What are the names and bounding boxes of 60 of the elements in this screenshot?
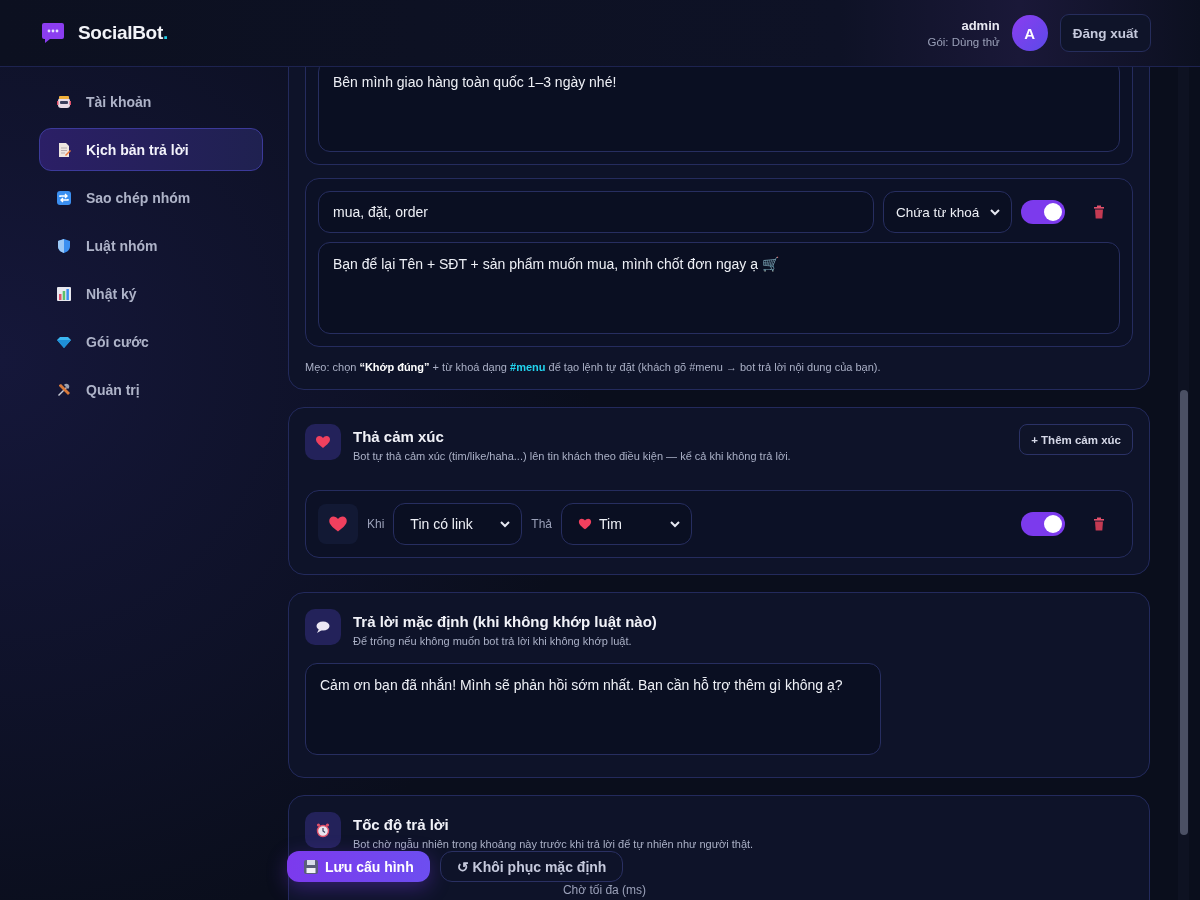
condition-select[interactable]: Tin có link <box>393 503 523 545</box>
alarm-clock-icon <box>315 822 331 838</box>
sidebar-label: Tài khoản <box>86 93 152 110</box>
scrollbar-thumb[interactable] <box>1180 390 1188 835</box>
chevron-down-icon <box>989 206 1001 218</box>
section-title: Thả cảm xúc <box>353 428 445 445</box>
rule-toggle[interactable] <box>1021 200 1065 224</box>
shield-icon <box>56 237 72 254</box>
sidebar-label: Gói cước <box>86 333 149 350</box>
speech-bubble-icon <box>315 619 331 635</box>
repeat-icon <box>56 189 72 206</box>
section-description: Để trống nếu không muốn bot trả lời khi không khớp luật. <box>353 635 633 647</box>
chevron-down-icon <box>669 518 682 530</box>
sidebar-item[interactable]: Quản trị <box>39 368 263 411</box>
section-title: Tốc độ trả lời <box>353 816 450 833</box>
user-avatar[interactable]: A <box>1011 15 1048 51</box>
add-reaction-button[interactable]: + Thêm cảm xúc <box>1019 424 1133 455</box>
sidebar-item[interactable]: Sao chép nhóm <box>39 176 263 219</box>
default-reply-field[interactable]: Cảm ơn bạn đã nhắn! Mình sẽ phản hồi sớm nhất. Bạn cần hỗ trợ thêm gì không ạ? <box>305 663 881 755</box>
sidebar-item[interactable]: Gói cước <box>39 320 263 363</box>
user-name: admin <box>961 18 1000 33</box>
sidebar-label: Luật nhóm <box>86 237 158 254</box>
sidebar-item[interactable]: Kịch bản trả lời <box>39 128 263 171</box>
save-button[interactable]: Lưu cấu hình <box>287 851 430 882</box>
brand-name: SocialBot. <box>78 22 168 44</box>
chevron-down-icon <box>499 518 512 530</box>
sidebar-label: Kịch bản trả lời <box>86 141 189 158</box>
section-description: Bot tự thả cảm xúc (tim/like/haha...) lên tin khách theo điều kiện — kể cả khi không trả lời. <box>353 450 792 462</box>
logout-button[interactable]: Đăng xuất <box>1059 14 1151 52</box>
keywords-field[interactable]: mua, đặt, order <box>318 191 874 233</box>
sidebar-label: Quản trị <box>86 381 140 398</box>
heart-icon <box>328 514 348 534</box>
robot-icon <box>56 93 72 110</box>
sidebar-item[interactable]: Tài khoản <box>39 80 263 123</box>
restore-button[interactable]: ↺ Khôi phục mặc định <box>439 851 624 882</box>
field-label: Chờ tối đa (ms) <box>562 883 647 897</box>
trash-icon[interactable] <box>1093 205 1105 219</box>
reaction-toggle[interactable] <box>1021 512 1065 536</box>
reply-field[interactable]: Bên mình giao hàng toàn quốc 1–3 ngày nhé! <box>318 67 1120 152</box>
chat-logo-icon <box>41 21 65 45</box>
heart-icon <box>315 434 331 450</box>
user-plan: Gói: Dùng thử <box>927 36 1000 48</box>
reaction-select[interactable]: Tim <box>561 503 693 545</box>
when-label: Khi <box>367 517 385 531</box>
tip-text: Mẹo: chọn “Khớp đúng” + từ khoá dạng #menu để tạo lệnh tự đặt (khách gõ #menu → bot trả lời nội dung của bạn). <box>305 361 882 373</box>
tools-icon <box>56 381 72 398</box>
scrollbar[interactable] <box>1178 67 1189 900</box>
chart-icon <box>56 285 72 302</box>
memo-icon <box>56 141 72 158</box>
sidebar-label: Nhật ký <box>86 285 137 302</box>
reply-field[interactable]: Bạn để lại Tên + SĐT + sản phẩm muốn mua, mình chốt đơn ngay ạ 🛒 <box>318 242 1120 334</box>
trash-icon[interactable] <box>1093 517 1105 531</box>
heart-icon <box>578 517 593 531</box>
section-title: Trả lời mặc định (khi không khớp luật nào) <box>353 613 658 630</box>
sidebar-item[interactable]: Luật nhóm <box>39 224 263 267</box>
sidebar-item[interactable]: Nhật ký <box>39 272 263 315</box>
react-label: Thả <box>531 517 553 531</box>
sidebar-label: Sao chép nhóm <box>86 189 191 206</box>
section-description: Bot chờ ngẫu nhiên trong khoảng này trước khi trả lời để tự nhiên như người thật. <box>353 838 755 850</box>
match-select[interactable]: Chứa từ khoá <box>883 191 1012 233</box>
